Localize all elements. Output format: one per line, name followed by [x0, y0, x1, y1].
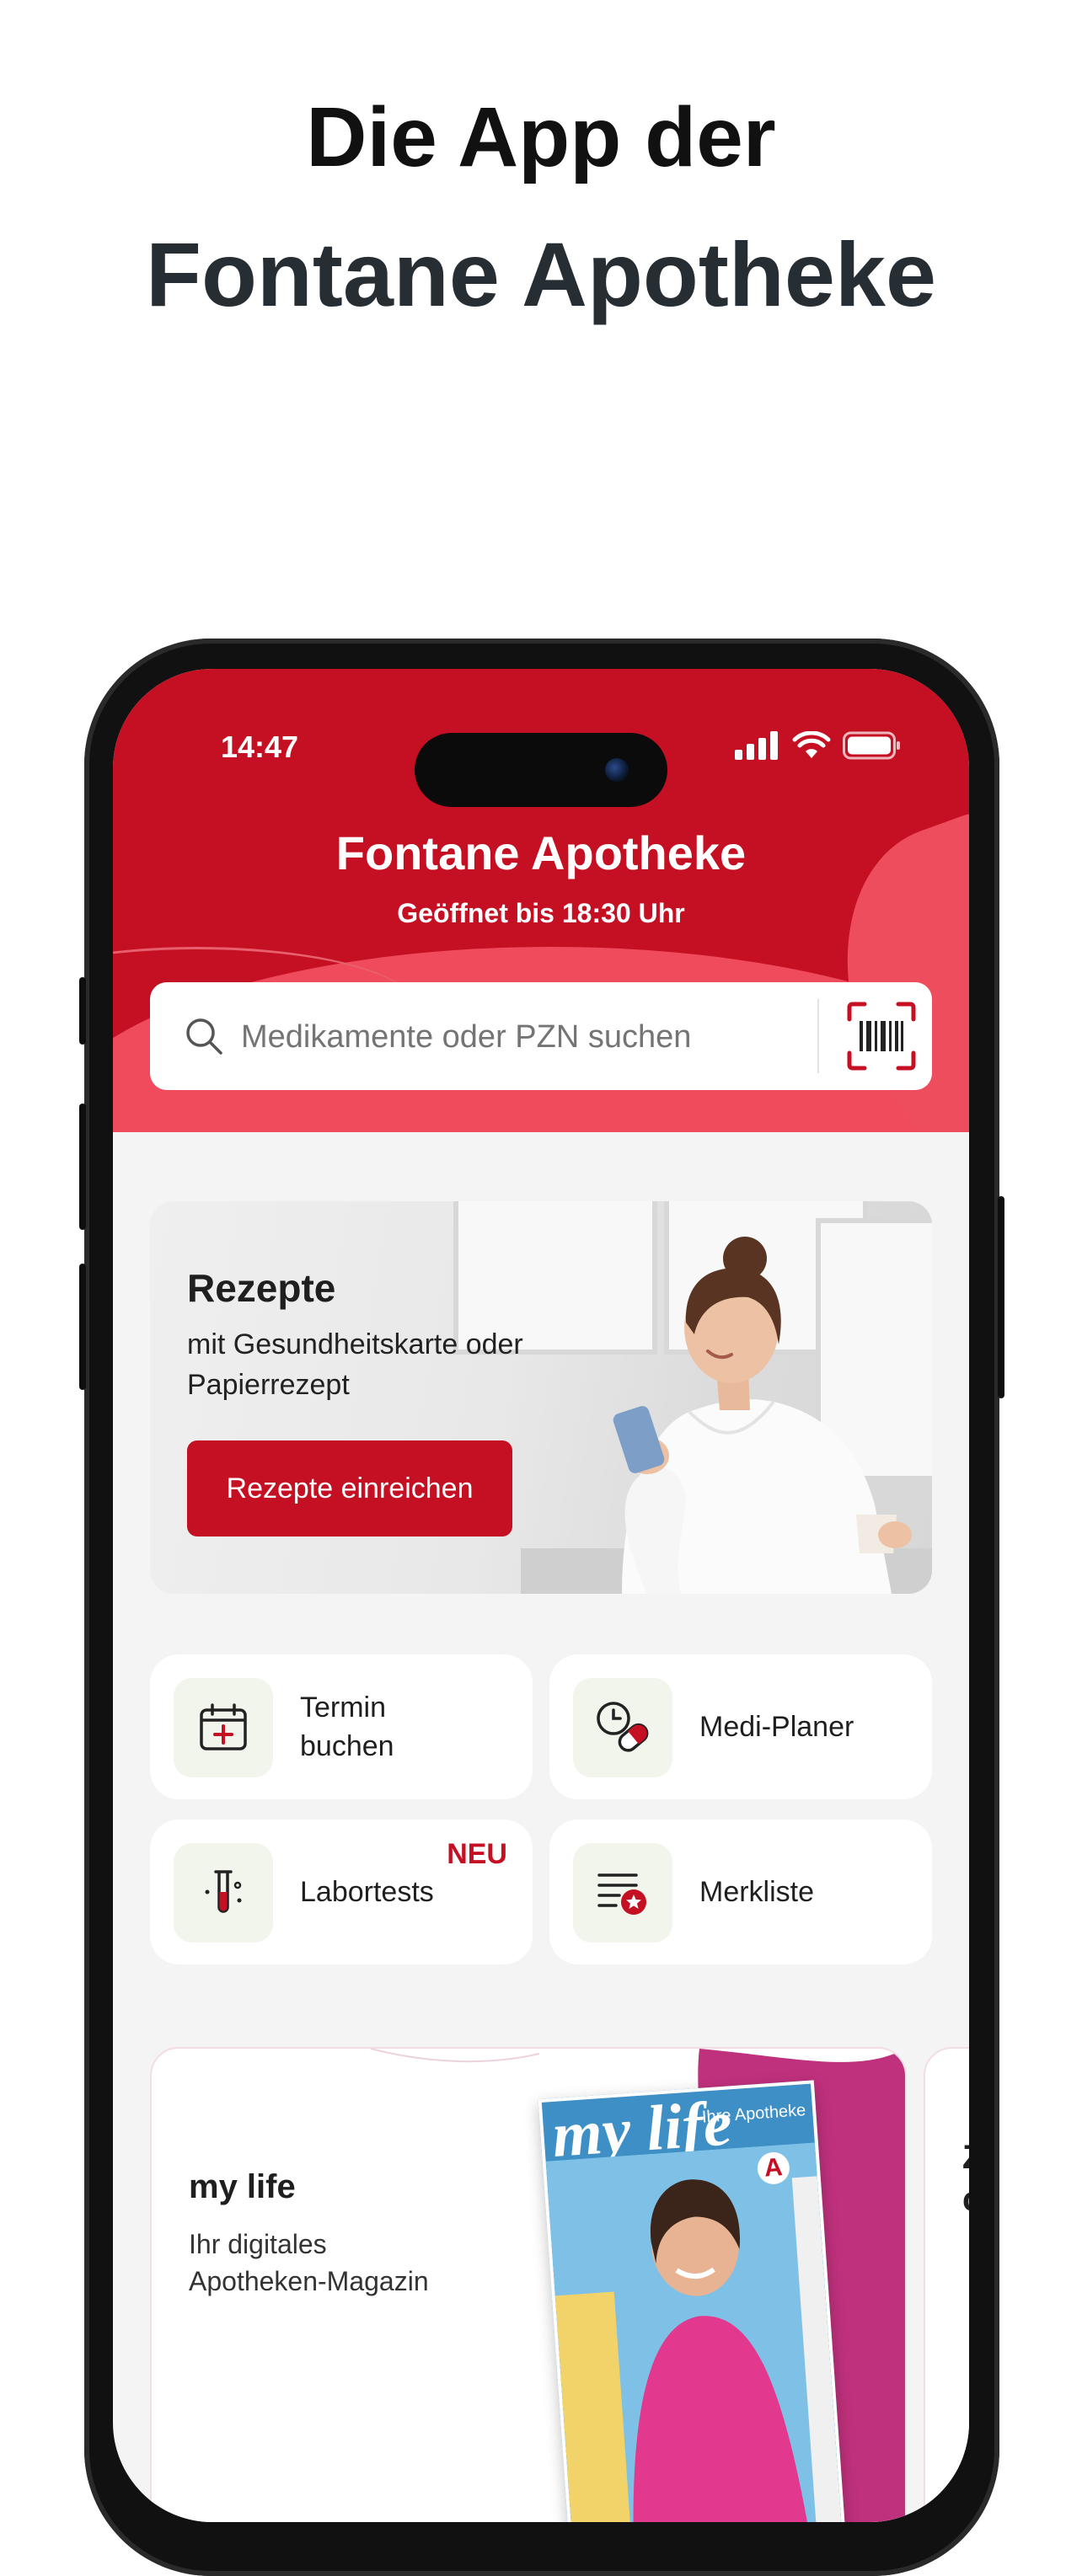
- barcode-scan-icon[interactable]: [846, 1001, 917, 1072]
- search-icon: [186, 1018, 222, 1055]
- tile-icon-box: [573, 1843, 672, 1943]
- opening-hours: Geöffnet bis 18:30 Uhr: [397, 898, 685, 928]
- tile-label: Medi-Planer: [699, 1711, 854, 1743]
- tile-label-line2: buchen: [300, 1730, 394, 1762]
- tile-label: Merkliste: [699, 1876, 815, 1908]
- signal-icon: [735, 731, 778, 760]
- woman-with-phone-image: [521, 1237, 932, 1594]
- phone-screen: 14:47 Fontane Apotheke Geöffnet bis 18:3…: [113, 669, 969, 2522]
- rezepte-description: mit Gesundheitskarte oder Papierrezept: [187, 1328, 523, 1401]
- next-card-line2: c: [962, 2178, 969, 2221]
- magazine-title: my life: [189, 2168, 296, 2205]
- tile-label-line1: Termin: [300, 1692, 387, 1724]
- tile-medi-planer[interactable]: Medi-Planer: [549, 1654, 932, 1799]
- clock-pill-icon: [597, 1702, 649, 1752]
- next-card-title: Z c: [962, 2136, 969, 2221]
- list-star-icon: [597, 1873, 646, 1915]
- marketing-headline-line1: Die App der: [306, 90, 776, 184]
- magazine-cover: my life Ihre Apotheke A: [538, 2080, 851, 2522]
- tile-icon-box: [174, 1678, 273, 1777]
- new-badge: NEU: [447, 1838, 507, 1870]
- status-time: 14:47: [221, 730, 299, 764]
- search-input[interactable]: [239, 1011, 799, 1063]
- test-tube-icon: [205, 1870, 242, 1913]
- search-bar[interactable]: [150, 982, 932, 1090]
- rezepte-title: Rezepte: [187, 1266, 336, 1310]
- tile-labortests[interactable]: Labortests NEU: [150, 1820, 533, 1964]
- app-header: 14:47 Fontane Apotheke Geöffnet bis 18:3…: [113, 669, 969, 1132]
- power-button: [998, 1196, 1004, 1398]
- marketing-headline-line2: Fontane Apotheke: [145, 223, 937, 325]
- rezepte-einreichen-button[interactable]: Rezepte einreichen: [187, 1440, 512, 1537]
- tile-label: Termin buchen: [300, 1688, 394, 1766]
- magazine-cover-model: [545, 2142, 848, 2522]
- next-card[interactable]: Z c: [924, 2047, 969, 2522]
- search-divider: [817, 999, 819, 1073]
- calendar-plus-icon: [200, 1703, 247, 1750]
- rezepte-card[interactable]: Rezepte mit Gesundheitskarte oder Papier…: [150, 1201, 932, 1594]
- tile-icon-box: [174, 1843, 273, 1943]
- magazine-description-line2: Apotheken-Magazin: [189, 2266, 429, 2296]
- status-icons: [735, 731, 902, 760]
- tile-icon-box: [573, 1678, 672, 1777]
- tile-label: Labortests: [300, 1876, 434, 1908]
- magazine-description: Ihr digitales Apotheken-Magazin: [189, 2226, 429, 2300]
- tile-merkliste[interactable]: Merkliste: [549, 1820, 932, 1964]
- magazine-card[interactable]: my life Ihr digitales Apotheken-Magazin …: [150, 2047, 907, 2522]
- camera-icon: [605, 758, 629, 782]
- dynamic-island: [415, 733, 667, 807]
- battery-icon: [843, 731, 900, 760]
- side-button: [79, 977, 86, 1045]
- tile-termin-buchen[interactable]: Termin buchen: [150, 1654, 533, 1799]
- status-bar: 14:47: [113, 711, 969, 807]
- wifi-icon: [792, 731, 831, 758]
- pharmacy-name: Fontane Apotheke: [335, 826, 747, 879]
- next-card-line1: Z: [962, 2136, 969, 2178]
- volume-down-button: [79, 1264, 86, 1390]
- magazine-description-line1: Ihr digitales: [189, 2229, 327, 2259]
- volume-up-button: [79, 1104, 86, 1230]
